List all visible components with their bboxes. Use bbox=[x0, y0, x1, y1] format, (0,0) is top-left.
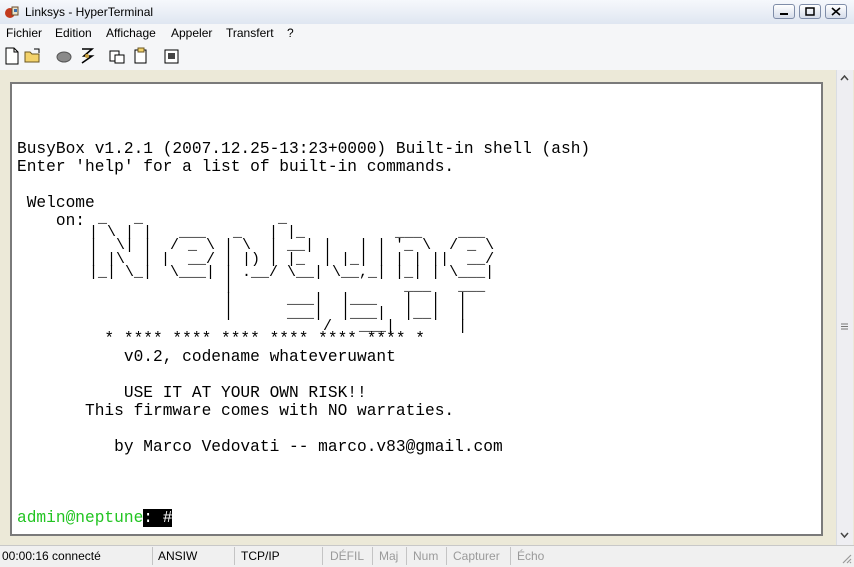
menu-affichage[interactable]: Affichage bbox=[106, 24, 156, 43]
terminal-author: by Marco Vedovati -- marco.v83@gmail.com bbox=[17, 438, 503, 456]
status-separator bbox=[510, 547, 511, 565]
prompt-user: admin@neptune bbox=[17, 509, 144, 527]
menu-edition[interactable]: Edition bbox=[55, 24, 92, 43]
title-bar: Linksys - HyperTerminal bbox=[0, 0, 854, 25]
maximize-icon bbox=[805, 7, 815, 16]
properties-send-icon[interactable] bbox=[108, 47, 126, 65]
status-separator bbox=[406, 547, 407, 565]
minimize-button[interactable] bbox=[773, 4, 795, 19]
status-caps: Maj bbox=[379, 549, 399, 563]
new-icon[interactable] bbox=[3, 47, 21, 65]
disconnect-icon[interactable] bbox=[55, 47, 73, 65]
menu-transfert[interactable]: Transfert bbox=[226, 24, 274, 43]
scroll-up-icon[interactable] bbox=[840, 74, 849, 82]
status-separator bbox=[446, 547, 447, 565]
close-button[interactable] bbox=[825, 4, 847, 19]
menu-fichier[interactable]: Fichier bbox=[6, 24, 42, 43]
close-icon bbox=[831, 7, 841, 16]
dial-icon[interactable] bbox=[78, 47, 96, 65]
toolbar bbox=[0, 43, 854, 71]
status-scroll: DÉFIL bbox=[330, 549, 365, 563]
receive-icon[interactable] bbox=[132, 47, 150, 65]
status-num: Num bbox=[413, 549, 439, 563]
status-separator bbox=[234, 547, 235, 565]
status-protocol: TCP/IP bbox=[241, 549, 280, 563]
terminal-area: BusyBox v1.2.1 (2007.12.25-13:23+0000) B… bbox=[0, 70, 854, 545]
status-echo: Écho bbox=[517, 549, 545, 563]
scroll-down-icon[interactable] bbox=[840, 531, 849, 539]
shell-prompt[interactable]: admin@neptune: # bbox=[17, 509, 173, 527]
prompt-cursor: : # bbox=[143, 509, 173, 527]
maximize-button[interactable] bbox=[799, 4, 821, 19]
menu-appeler[interactable]: Appeler bbox=[171, 24, 212, 43]
hyperterminal-app-icon[interactable] bbox=[4, 4, 20, 20]
properties-icon[interactable] bbox=[163, 47, 181, 65]
resize-grip-icon[interactable] bbox=[840, 552, 852, 564]
terminal-screen[interactable]: BusyBox v1.2.1 (2007.12.25-13:23+0000) B… bbox=[14, 84, 820, 533]
status-connect-time: 00:00:16 connecté bbox=[2, 549, 101, 563]
terminal-version: v0.2, codename whateveruwant bbox=[17, 348, 396, 366]
minimize-icon bbox=[780, 13, 788, 15]
terminal-warranty: This firmware comes with NO warraties. bbox=[17, 402, 455, 420]
menu-help[interactable]: ? bbox=[287, 24, 294, 43]
terminal-stars: * **** **** **** **** **** **** * bbox=[17, 330, 425, 348]
status-emulation: ANSIW bbox=[158, 549, 198, 563]
open-icon[interactable] bbox=[24, 47, 42, 65]
terminal-risk: USE IT AT YOUR OWN RISK!! bbox=[17, 384, 367, 402]
terminal-line-help: Enter 'help' for a list of built-in comm… bbox=[17, 158, 455, 176]
status-separator bbox=[322, 547, 323, 565]
scroll-grip-icon[interactable] bbox=[840, 322, 849, 331]
status-bar: 00:00:16 connecté ANSIW TCP/IP DÉFIL Maj… bbox=[0, 545, 854, 567]
status-capture: Capturer bbox=[453, 549, 500, 563]
vertical-scrollbar[interactable] bbox=[836, 70, 853, 545]
terminal-line-busybox: BusyBox v1.2.1 (2007.12.25-13:23+0000) B… bbox=[17, 140, 591, 158]
status-separator bbox=[372, 547, 373, 565]
window-title: Linksys - HyperTerminal bbox=[25, 5, 154, 19]
neptune-ascii-banner: _ _ _ | \ | | ___ _ | |_ ___ ___ | \| | … bbox=[89, 210, 495, 335]
menu-bar: Fichier Edition Affichage Appeler Transf… bbox=[0, 24, 854, 43]
status-separator bbox=[152, 547, 153, 565]
